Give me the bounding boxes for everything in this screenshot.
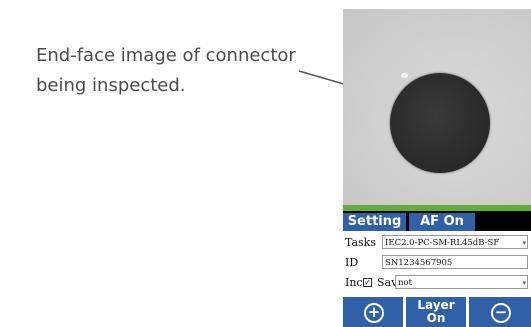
tasks-select[interactable]: IEC2.0-PC-SM-RL45dB-SF ▾ — [382, 235, 528, 249]
zoom-in-button[interactable]: + — [343, 297, 403, 327]
button-bar: + Layer On − — [343, 297, 531, 327]
autofocus-tab[interactable]: AF On — [409, 213, 475, 231]
layer-button-state: On — [426, 311, 446, 325]
id-value: SN1234567905 — [385, 258, 453, 268]
caption-line-2: being inspected. — [36, 75, 186, 96]
page: End-face image of connector being inspec… — [0, 0, 531, 327]
caption-line-1: End-face image of connector — [36, 45, 296, 66]
zoom-out-button[interactable]: − — [469, 297, 531, 327]
tasks-label: Tasks — [345, 236, 376, 249]
fiber-core — [390, 73, 490, 173]
plus-circle-icon: + — [364, 303, 384, 323]
chevron-down-icon: ▾ — [522, 239, 526, 247]
id-row: ID SN1234567905 — [343, 253, 531, 274]
inc-checkbox[interactable]: ✓ — [363, 278, 372, 287]
tasks-row: Tasks IEC2.0-PC-SM-RL45dB-SF ▾ — [343, 233, 531, 254]
end-face-image — [343, 9, 531, 205]
save-select[interactable]: not ▾ — [395, 275, 528, 289]
reflection-speck — [401, 73, 408, 78]
annotation-caption: End-face image of connector being inspec… — [36, 41, 316, 101]
layer-toggle-button[interactable]: Layer On — [406, 297, 466, 327]
inspection-device-screen: Setting AF On Tasks IEC2.0-PC-SM-RL45dB-… — [343, 0, 531, 327]
inc-save-row: Inc ✓ Save not ▾ — [343, 273, 531, 294]
settings-form: Tasks IEC2.0-PC-SM-RL45dB-SF ▾ ID SN1234… — [343, 231, 531, 295]
chevron-down-icon: ▾ — [522, 279, 526, 287]
tasks-value: IEC2.0-PC-SM-RL45dB-SF — [385, 238, 500, 248]
minus-circle-icon: − — [491, 303, 511, 323]
inc-label: Inc — [345, 276, 363, 289]
id-input[interactable]: SN1234567905 — [382, 255, 528, 269]
setting-tab[interactable]: Setting — [343, 213, 406, 231]
save-value: not — [398, 278, 413, 288]
id-label: ID — [345, 256, 359, 269]
tab-bar: Setting AF On — [343, 211, 531, 231]
